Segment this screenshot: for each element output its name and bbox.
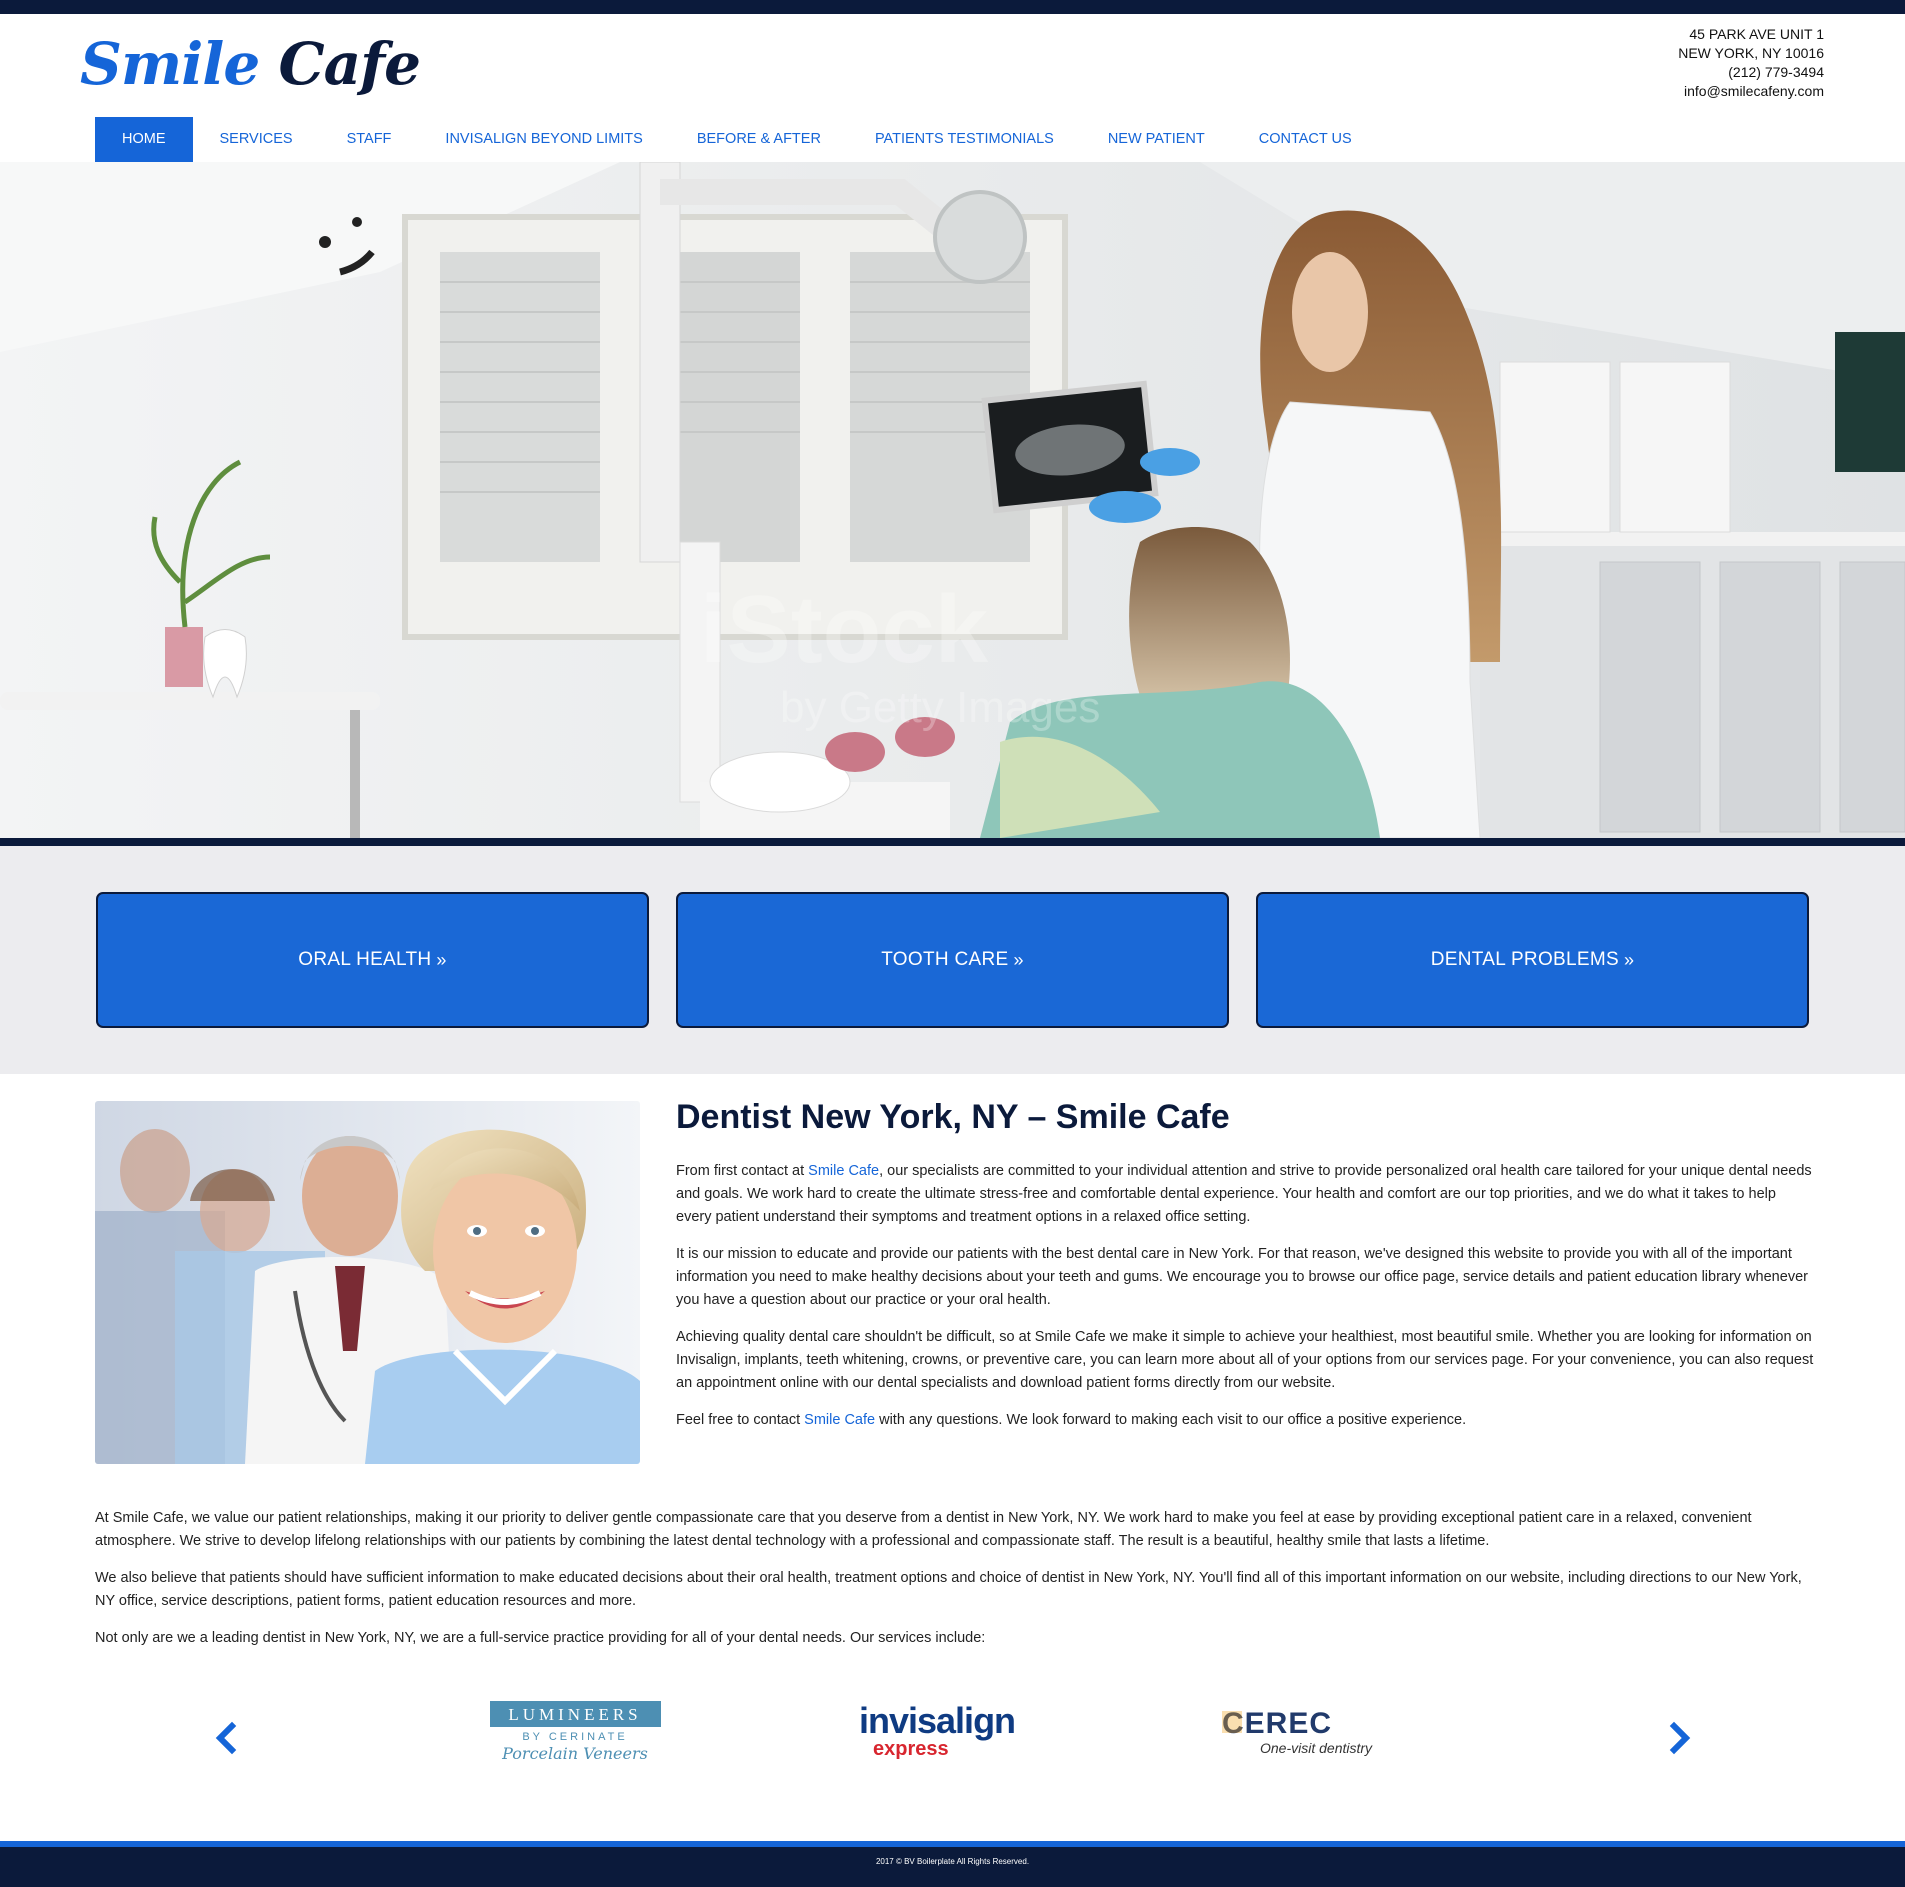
hero-image: iStock by Getty Images xyxy=(0,162,1905,838)
carousel-next-button[interactable] xyxy=(1664,1721,1694,1755)
cta-dental-problems[interactable]: DENTAL PROBLEMS » xyxy=(1256,892,1809,1028)
lumineers-tagline: Porcelain Veneers xyxy=(501,1744,648,1763)
logo-word-cafe: Cafe xyxy=(278,30,421,98)
intro-p1-text-a: From first contact at xyxy=(676,1163,809,1179)
double-chevron-right-icon: » xyxy=(1013,949,1024,970)
footer: 2017 © BV Boilerplate All Rights Reserve… xyxy=(0,1847,1905,1887)
email-link[interactable]: info@smilecafeny.com xyxy=(1464,82,1824,101)
carousel-prev-button[interactable] xyxy=(212,1721,242,1755)
cta-dental-problems-label: DENTAL PROBLEMS xyxy=(1430,949,1619,970)
lumineers-by: BY CERINATE xyxy=(522,1731,627,1743)
hero-dental-office-illustration: iStock by Getty Images xyxy=(0,162,1905,838)
lumineers-logo-art: LUMINEERS BY CERINATE Porcelain Veneers xyxy=(490,1701,661,1763)
body-paragraph-1: At Smile Cafe, we value our patient rela… xyxy=(95,1510,1752,1549)
brand-cerec-logo[interactable]: CEREC One-visit dentistry xyxy=(1220,1697,1395,1767)
nav-staff[interactable]: STAFF xyxy=(320,117,419,162)
intro-p4-text-a: Feel free to contact xyxy=(676,1412,805,1428)
cta-tooth-care[interactable]: TOOTH CARE » xyxy=(676,892,1229,1028)
team-photo-illustration xyxy=(95,1101,640,1464)
intro-p4-text-b: with any questions. We look forward to m… xyxy=(875,1412,1467,1428)
address-line-1: 45 PARK AVE UNIT 1 xyxy=(1689,26,1824,42)
intro-paragraph-4: Feel free to contact Smile Cafe with any… xyxy=(676,1409,1814,1432)
nav-testimonials[interactable]: PATIENTS TESTIMONIALS xyxy=(848,117,1081,162)
cerec-tagline: One-visit dentistry xyxy=(1260,1740,1373,1756)
nav-before-after[interactable]: BEFORE & AFTER xyxy=(670,117,848,162)
double-chevron-right-icon: » xyxy=(436,949,447,970)
hero-bottom-bar xyxy=(0,838,1905,846)
main-nav: HOME SERVICES STAFF INVISALIGN BEYOND LI… xyxy=(95,117,1379,162)
body-text: At Smile Cafe, we value our patient rela… xyxy=(95,1507,1807,1664)
cta-tooth-care-label: TOOTH CARE xyxy=(881,949,1009,970)
cerec-logo-art: CEREC One-visit dentistry xyxy=(1222,1707,1373,1756)
header-contact: 45 PARK AVE UNIT 1 NEW YORK, NY 10016 (2… xyxy=(1464,25,1824,101)
invisalign-word: invisalign xyxy=(859,1700,1015,1741)
intro-paragraph-1: From first contact at Smile Cafe, our sp… xyxy=(676,1160,1814,1229)
smile-cafe-link[interactable]: Smile Cafe xyxy=(804,1412,875,1428)
cta-oral-health-label: ORAL HEALTH xyxy=(298,949,432,970)
brand-invisalign-logo[interactable]: invisalign express xyxy=(855,1697,1030,1767)
intro-text: From first contact at Smile Cafe, our sp… xyxy=(676,1160,1814,1446)
lumineers-word: LUMINEERS xyxy=(508,1705,641,1724)
invisalign-logo-art: invisalign express xyxy=(859,1700,1016,1760)
phone-link[interactable]: (212) 779-3494 xyxy=(1464,63,1824,82)
body-paragraph-3: Not only are we a leading dentist in New… xyxy=(95,1630,986,1646)
brand-lumineers-logo[interactable]: LUMINEERS BY CERINATE Porcelain Veneers xyxy=(488,1697,663,1767)
nav-new-patient[interactable]: NEW PATIENT xyxy=(1081,117,1232,162)
top-accent-bar xyxy=(0,0,1905,14)
hero-watermark-sub: by Getty Images xyxy=(780,683,1100,732)
footer-copyright: 2017 © BV Boilerplate All Rights Reserve… xyxy=(875,1857,1030,1866)
body-paragraph-2: We also believe that patients should hav… xyxy=(95,1570,1802,1609)
nav-invisalign[interactable]: INVISALIGN BEYOND LIMITS xyxy=(418,117,669,162)
nav-contact[interactable]: CONTACT US xyxy=(1232,117,1379,162)
hero-watermark: iStock xyxy=(700,576,989,683)
smile-cafe-link[interactable]: Smile Cafe xyxy=(808,1163,879,1179)
nav-services[interactable]: SERVICES xyxy=(193,117,320,162)
cta-oral-health[interactable]: ORAL HEALTH » xyxy=(96,892,649,1028)
logo-word-smile: Smile xyxy=(80,30,260,98)
page-title: Dentist New York, NY – Smile Cafe xyxy=(676,1098,1230,1136)
intro-paragraph-3: Achieving quality dental care shouldn't … xyxy=(676,1329,1814,1391)
invisalign-express: express xyxy=(873,1738,949,1760)
chevron-right-icon xyxy=(1669,1721,1691,1755)
team-photo xyxy=(95,1101,640,1464)
chevron-left-icon xyxy=(215,1721,237,1755)
site-logo[interactable]: Smile Cafe xyxy=(80,24,421,104)
intro-paragraph-2: It is our mission to educate and provide… xyxy=(676,1246,1808,1308)
nav-home[interactable]: HOME xyxy=(95,117,193,162)
address-line-2: NEW YORK, NY 10016 xyxy=(1678,45,1824,61)
double-chevron-right-icon: » xyxy=(1623,949,1635,970)
